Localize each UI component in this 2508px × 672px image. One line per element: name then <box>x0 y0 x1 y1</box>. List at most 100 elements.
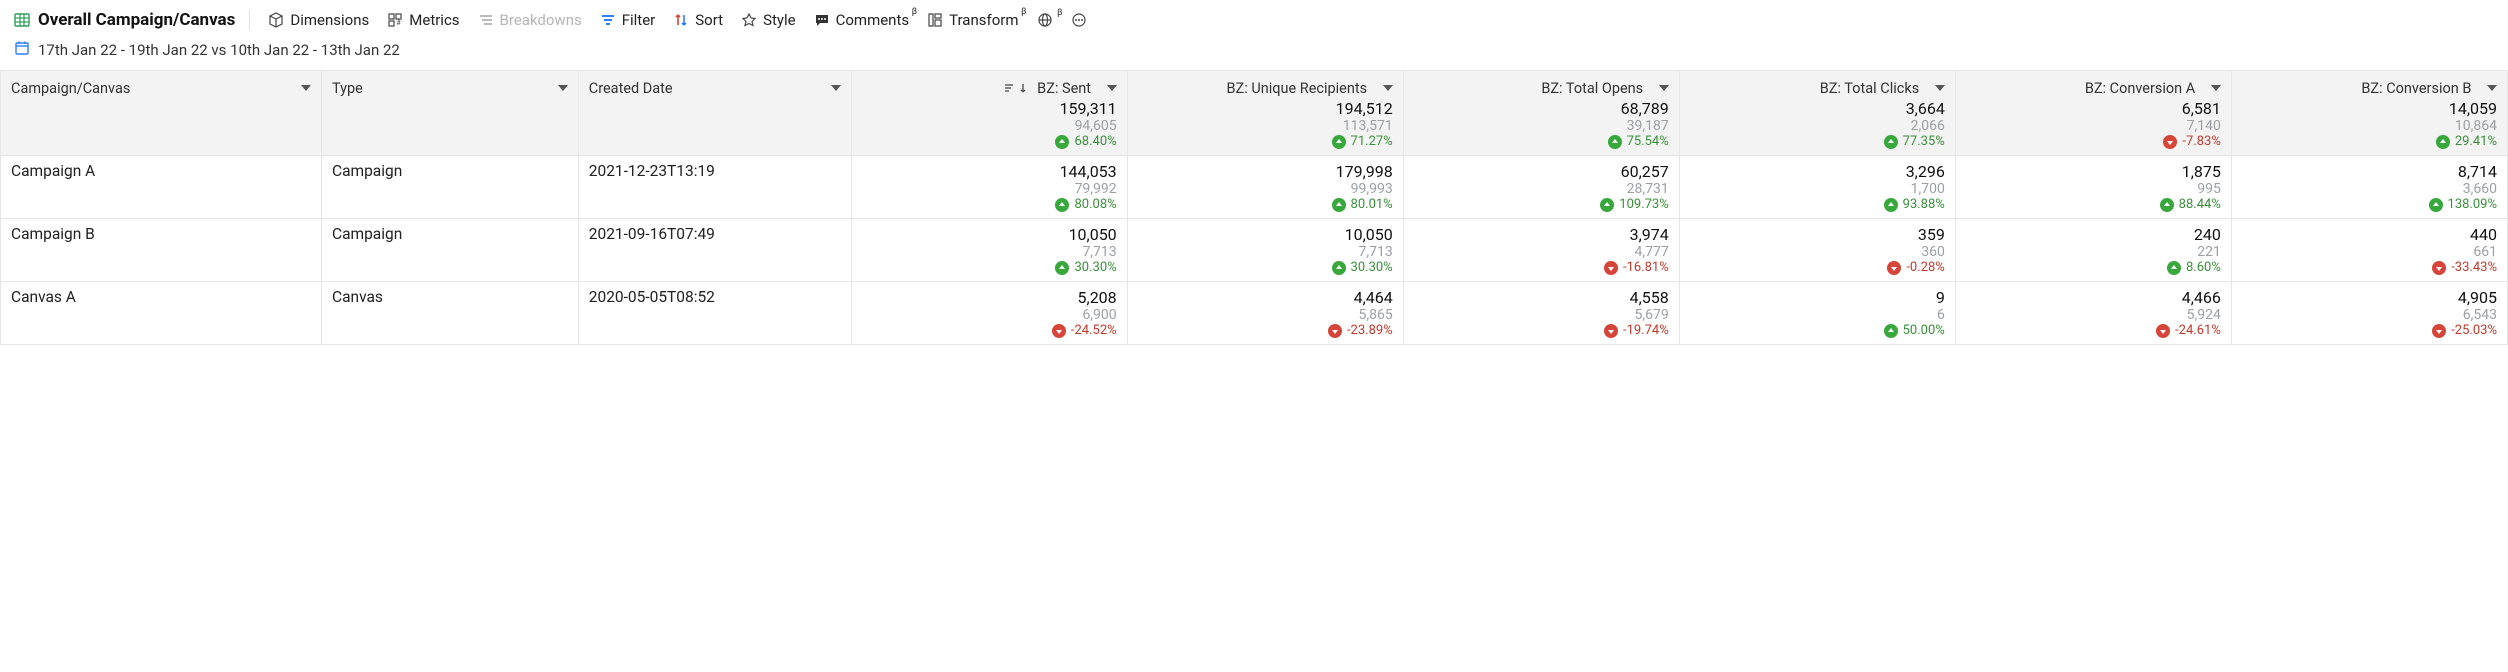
col-header-metric[interactable]: BZ: Conversion A 6,581 7,140 -7.83% <box>1955 71 2231 156</box>
page-title: Overall Campaign/Canvas <box>38 10 235 30</box>
arrow-down-icon <box>2432 261 2446 275</box>
metric-header-label: BZ: Sent <box>1037 80 1091 97</box>
metric-pct: 30.30% <box>1138 260 1393 275</box>
metric-header-pct: 77.35% <box>1690 134 1945 149</box>
table-row[interactable]: Campaign A Campaign 2021-12-23T13:19 144… <box>1 156 2508 219</box>
sort-button[interactable]: Sort <box>673 11 723 29</box>
filter-button[interactable]: Filter <box>600 11 656 29</box>
metric-value: 8,714 <box>2242 162 2497 181</box>
metric-header-compare: 2,066 <box>1690 118 1945 134</box>
metric-compare: 221 <box>1966 244 2221 260</box>
transform-button[interactable]: Transform β <box>927 11 1018 29</box>
caret-down-icon <box>2211 85 2221 91</box>
cell-created: 2021-12-23T13:19 <box>578 156 851 219</box>
table-row[interactable]: Canvas A Canvas 2020-05-05T08:52 5,208 6… <box>1 282 2508 345</box>
metric-value: 10,050 <box>862 225 1117 244</box>
col-header-metric[interactable]: BZ: Total Clicks 3,664 2,066 77.35% <box>1679 71 1955 156</box>
table-body: Campaign A Campaign 2021-12-23T13:19 144… <box>1 156 2508 345</box>
metric-value: 3,296 <box>1690 162 1945 181</box>
metric-header-label: BZ: Total Clicks <box>1820 80 1919 97</box>
arrow-up-icon <box>2429 198 2443 212</box>
caret-down-icon <box>831 85 841 91</box>
metrics-label: Metrics <box>409 11 459 29</box>
col-header-metric[interactable]: BZ: Unique Recipients 194,512 113,571 71… <box>1127 71 1403 156</box>
metric-pct: 50.00% <box>1690 323 1945 338</box>
col-header-created[interactable]: Created Date <box>578 71 851 156</box>
dimensions-button[interactable]: Dimensions <box>268 11 369 29</box>
more-icon <box>1071 12 1087 28</box>
metric-pct: -23.89% <box>1138 323 1393 338</box>
arrow-down-icon <box>1052 324 1066 338</box>
metric-compare: 6,543 <box>2242 307 2497 323</box>
data-table: Campaign/Canvas Type Created Date BZ: Se… <box>0 70 2508 345</box>
more-button[interactable] <box>1071 12 1087 28</box>
col-header-campaign[interactable]: Campaign/Canvas <box>1 71 322 156</box>
arrow-up-icon <box>1055 198 1069 212</box>
date-range-text: 17th Jan 22 - 19th Jan 22 vs 10th Jan 22… <box>38 41 400 59</box>
metric-compare: 995 <box>1966 181 2221 197</box>
metric-value: 144,053 <box>862 162 1117 181</box>
metric-value: 359 <box>1690 225 1945 244</box>
arrow-up-icon <box>1332 135 1346 149</box>
metric-compare: 7,713 <box>1138 244 1393 260</box>
metric-compare: 5,924 <box>1966 307 2221 323</box>
beta-badge: β <box>912 7 917 17</box>
metric-pct: 109.73% <box>1414 197 1669 212</box>
arrow-down-icon <box>1328 324 1342 338</box>
cell-metric: 1,875 995 88.44% <box>1955 156 2231 219</box>
cube-icon <box>268 12 284 28</box>
metric-pct: -24.61% <box>1966 323 2221 338</box>
cell-metric: 4,905 6,543 -25.03% <box>2231 282 2507 345</box>
cell-name: Campaign B <box>1 219 322 282</box>
breakdowns-icon <box>478 12 494 28</box>
style-label: Style <box>763 11 796 29</box>
metric-compare: 6 <box>1690 307 1945 323</box>
col-header-metric[interactable]: BZ: Conversion B 14,059 10,864 29.41% <box>2231 71 2507 156</box>
breakdowns-button: Breakdowns <box>478 11 582 29</box>
arrow-up-icon <box>1884 135 1898 149</box>
metric-value: 4,464 <box>1138 288 1393 307</box>
metrics-icon: # <box>387 12 403 28</box>
arrow-up-icon <box>2436 135 2450 149</box>
metric-pct: -24.52% <box>862 323 1117 338</box>
caret-down-icon <box>1659 85 1669 91</box>
metric-value: 3,974 <box>1414 225 1669 244</box>
comments-button[interactable]: Comments β <box>814 11 910 29</box>
col-header-metric[interactable]: BZ: Sent 159,311 94,605 68.40% <box>851 71 1127 156</box>
cell-created: 2020-05-05T08:52 <box>578 282 851 345</box>
globe-button[interactable]: β <box>1037 12 1053 28</box>
metrics-button[interactable]: # Metrics <box>387 11 459 29</box>
metric-compare: 661 <box>2242 244 2497 260</box>
col-header-type[interactable]: Type <box>321 71 578 156</box>
breakdowns-label: Breakdowns <box>500 11 582 29</box>
toolbar: Overall Campaign/Canvas Dimensions # Met… <box>0 0 2508 36</box>
title-block: Overall Campaign/Canvas <box>14 10 250 30</box>
arrow-down-icon <box>1887 261 1901 275</box>
sort-desc-icon <box>1003 82 1027 94</box>
metric-value: 179,998 <box>1138 162 1393 181</box>
transform-icon <box>927 12 943 28</box>
metric-header-compare: 94,605 <box>862 118 1117 134</box>
arrow-up-icon <box>1608 135 1622 149</box>
cell-metric: 9 6 50.00% <box>1679 282 1955 345</box>
cell-metric: 4,466 5,924 -24.61% <box>1955 282 2231 345</box>
col-header-metric[interactable]: BZ: Total Opens 68,789 39,187 75.54% <box>1403 71 1679 156</box>
metric-header-total: 6,581 <box>1966 99 2221 118</box>
metric-header-pct: 29.41% <box>2242 134 2497 149</box>
metric-pct: 88.44% <box>1966 197 2221 212</box>
filter-icon <box>600 12 616 28</box>
globe-icon <box>1037 12 1053 28</box>
arrow-up-icon <box>1332 198 1346 212</box>
cell-type: Campaign <box>321 219 578 282</box>
metric-pct: -16.81% <box>1414 260 1669 275</box>
metric-value: 5,208 <box>862 288 1117 307</box>
header-row: Campaign/Canvas Type Created Date BZ: Se… <box>1 71 2508 156</box>
date-range-selector[interactable]: 17th Jan 22 - 19th Jan 22 vs 10th Jan 22… <box>0 36 2508 70</box>
cell-metric: 8,714 3,660 138.09% <box>2231 156 2507 219</box>
style-button[interactable]: Style <box>741 11 796 29</box>
metric-compare: 6,900 <box>862 307 1117 323</box>
metric-pct: 138.09% <box>2242 197 2497 212</box>
metric-header-total: 14,059 <box>2242 99 2497 118</box>
sort-label: Sort <box>695 11 723 29</box>
table-row[interactable]: Campaign B Campaign 2021-09-16T07:49 10,… <box>1 219 2508 282</box>
